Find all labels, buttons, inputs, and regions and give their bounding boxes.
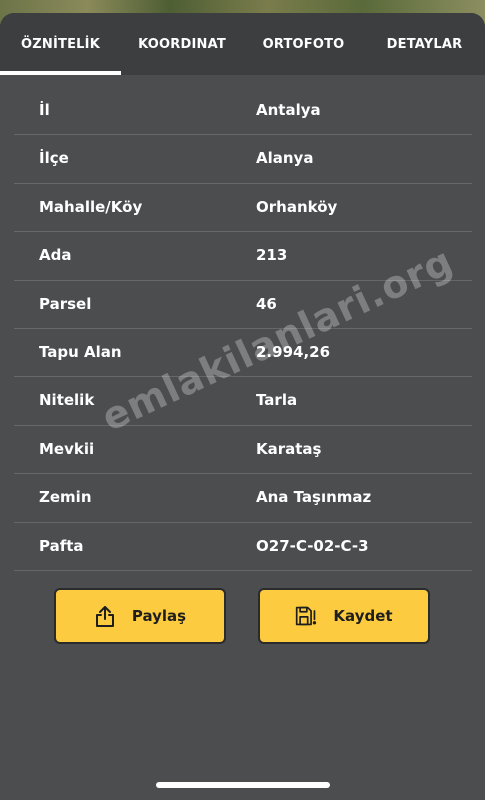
row-label: Parsel (39, 294, 92, 313)
row-value: 46 (256, 294, 277, 313)
row-value: Orhanköy (256, 197, 338, 216)
row-value: 2.994,26 (256, 342, 331, 361)
tab-ortofoto[interactable]: ORTOFOTO (243, 13, 364, 75)
share-button[interactable]: Paylaş (54, 588, 226, 644)
row-label: İl (39, 101, 50, 119)
tab-koordinat[interactable]: KOORDINAT (121, 13, 243, 75)
active-tab-indicator (0, 71, 121, 75)
table-row: Nitelik Tarla (14, 377, 472, 426)
parcel-info-sheet: ÖZNİTELİK KOORDINAT ORTOFOTO DETAYLAR İl… (0, 13, 485, 800)
row-value: 213 (256, 246, 288, 265)
share-button-label: Paylaş (131, 607, 187, 625)
row-label: Nitelik (39, 391, 95, 410)
table-row: Mevkii Karataş (14, 426, 472, 475)
row-label: Tapu Alan (39, 342, 122, 361)
row-value: Antalya (256, 101, 321, 119)
row-label: Zemin (39, 488, 92, 507)
row-value: Alanya (256, 149, 314, 168)
save-icon (295, 604, 317, 628)
row-value: Ana Taşınmaz (256, 488, 372, 507)
row-label: Pafta (39, 536, 84, 555)
row-label: İlçe (39, 149, 69, 168)
home-indicator[interactable] (156, 782, 330, 788)
table-row: İlçe Alanya (14, 135, 472, 184)
tab-oznitelik[interactable]: ÖZNİTELİK (0, 13, 121, 75)
table-row: Parsel 46 (14, 281, 472, 329)
row-value: O27-C-02-C-3 (256, 536, 369, 555)
table-row: Mahalle/Köy Orhanköy (14, 184, 472, 233)
share-icon (94, 604, 116, 628)
row-label: Ada (39, 246, 72, 265)
table-row: Zemin Ana Taşınmaz (14, 474, 472, 523)
tab-detaylar[interactable]: DETAYLAR (364, 13, 485, 75)
table-row: Ada 213 (14, 232, 472, 281)
table-row: Tapu Alan 2.994,26 (14, 329, 472, 378)
row-value: Tarla (256, 391, 298, 410)
save-button-label: Kaydet (333, 607, 393, 625)
table-row: Pafta O27-C-02-C-3 (14, 523, 472, 571)
save-button[interactable]: Kaydet (258, 588, 430, 644)
attribute-table: İl Antalya İlçe Alanya Mahalle/Köy Orhan… (14, 87, 472, 571)
table-row: İl Antalya (14, 87, 472, 136)
row-label: Mahalle/Köy (39, 197, 143, 216)
tab-bar: ÖZNİTELİK KOORDINAT ORTOFOTO DETAYLAR (0, 13, 485, 75)
row-value: Karataş (256, 439, 322, 458)
row-label: Mevkii (39, 439, 95, 458)
